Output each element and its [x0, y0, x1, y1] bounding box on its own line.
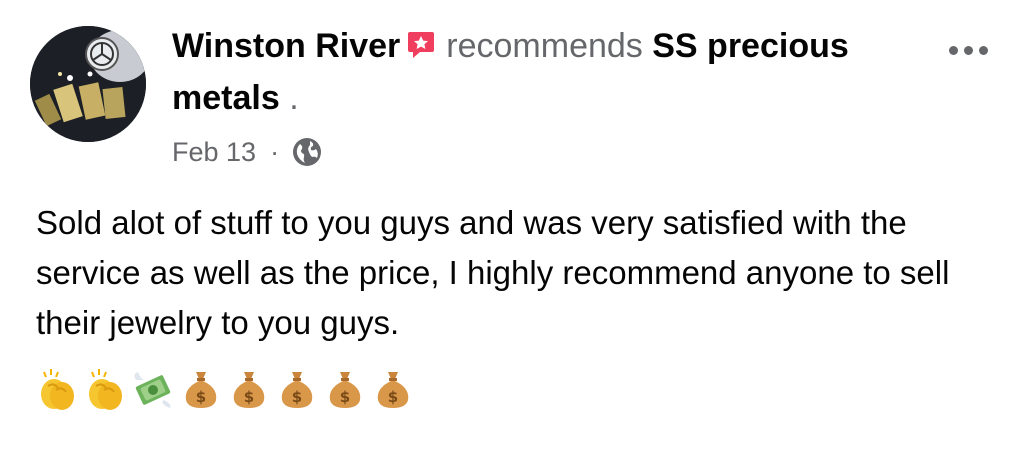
money-bag-icon: $ [370, 366, 416, 412]
author-avatar[interactable] [30, 26, 146, 142]
recommendation-badge-icon [406, 23, 436, 58]
more-options-icon[interactable] [940, 30, 996, 70]
post-date[interactable]: Feb 13 [172, 137, 256, 168]
money-bag-icon: $ [274, 366, 320, 412]
svg-text:$: $ [292, 388, 302, 406]
more-dot [963, 45, 973, 55]
svg-text:$: $ [340, 388, 350, 406]
recommendation-post: Winston River recommends SS precious meta… [0, 0, 1024, 456]
globe-icon[interactable] [291, 136, 323, 168]
money-bag-icon: $ [178, 366, 224, 412]
post-meta: Feb 13 · [172, 132, 323, 172]
money-bag-icon: $ [322, 366, 368, 412]
post-header: Winston River recommends SS precious meta… [172, 20, 932, 124]
more-dot [978, 45, 988, 55]
trailing-period: . [289, 79, 299, 117]
money-with-wings-icon [130, 366, 176, 412]
emoji-row: $ $ $ $ $ [34, 364, 416, 414]
money-bag-icon: $ [226, 366, 272, 412]
more-dot [948, 45, 958, 55]
post-body: Sold alot of stuff to you guys and was v… [36, 204, 950, 341]
clapping-hands-icon [82, 366, 128, 412]
svg-text:$: $ [388, 388, 398, 406]
clapping-hands-icon [34, 366, 80, 412]
svg-text:$: $ [196, 388, 206, 406]
meta-separator: · [270, 136, 280, 167]
author-name[interactable]: Winston River [172, 27, 400, 65]
recommends-verb: recommends [446, 27, 643, 65]
svg-text:$: $ [244, 388, 254, 406]
